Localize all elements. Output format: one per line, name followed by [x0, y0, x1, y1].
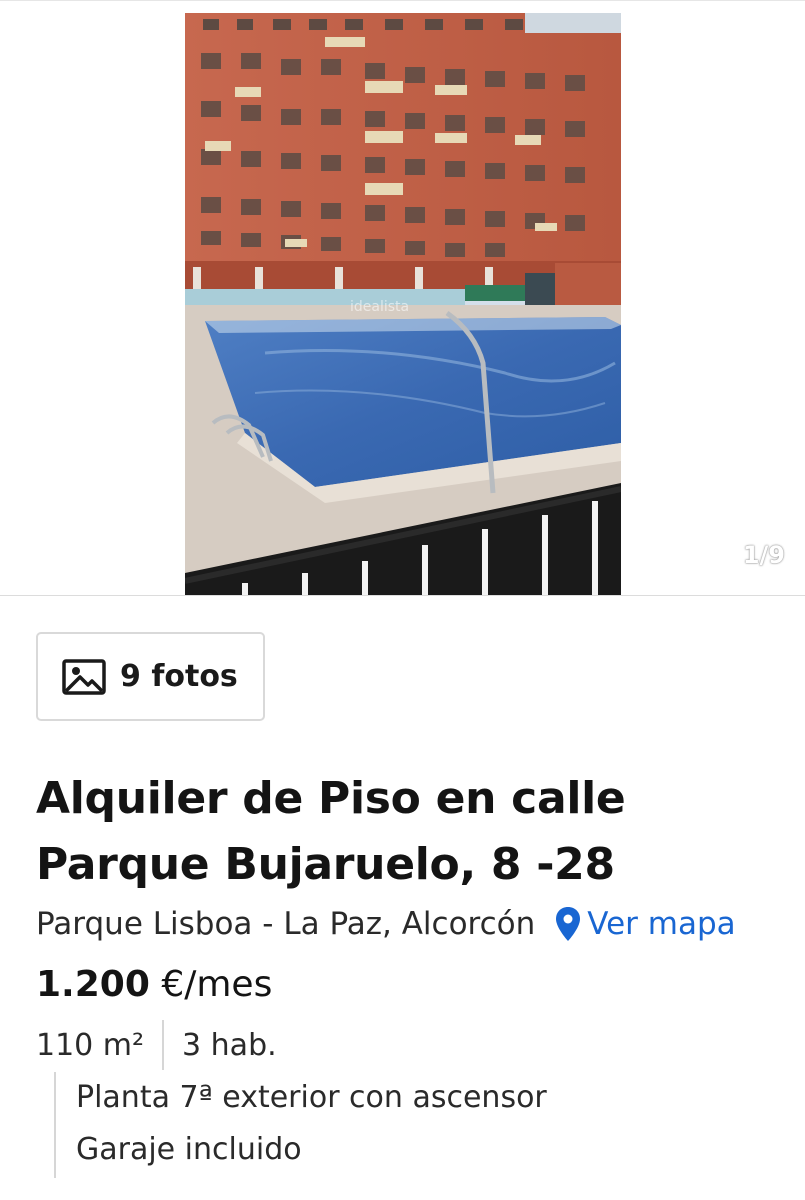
- location-text: Parque Lisboa - La Paz, Alcorcón: [36, 906, 536, 942]
- watermark: idealista: [350, 299, 409, 315]
- price-amount: 1.200: [36, 964, 150, 1005]
- feature-item: Planta 7ª exterior con ascensor: [76, 1080, 547, 1115]
- photos-button-label: 9 fotos: [120, 659, 238, 694]
- location-pin-icon: [556, 907, 581, 941]
- view-map-label: Ver mapa: [587, 906, 736, 942]
- area-value: 110 m²: [36, 1027, 145, 1063]
- photo-gallery[interactable]: idealista 1/9: [0, 0, 805, 596]
- view-map-link[interactable]: Ver mapa: [555, 906, 736, 942]
- feature-item: Garaje incluido: [76, 1132, 302, 1167]
- location-row: Parque Lisboa - La Paz, Alcorcón Ver map…: [36, 901, 796, 947]
- listing-photo[interactable]: idealista: [185, 13, 621, 595]
- photos-button[interactable]: 9 fotos: [36, 632, 265, 721]
- image-icon: [62, 658, 106, 695]
- price-unit: €/mes: [161, 964, 273, 1005]
- listing-title: Alquiler de Piso en calle Parque Bujarue…: [36, 773, 626, 890]
- features-list: Planta 7ª exterior con ascensor Garaje i…: [54, 1072, 794, 1178]
- rooms-value: 3 hab.: [182, 1027, 277, 1063]
- price: 1.200 €/mes: [36, 964, 272, 1005]
- specs-row: 110 m² 3 hab.: [36, 1020, 277, 1070]
- photo-counter: 1/9: [742, 541, 785, 569]
- specs-divider: [162, 1020, 165, 1070]
